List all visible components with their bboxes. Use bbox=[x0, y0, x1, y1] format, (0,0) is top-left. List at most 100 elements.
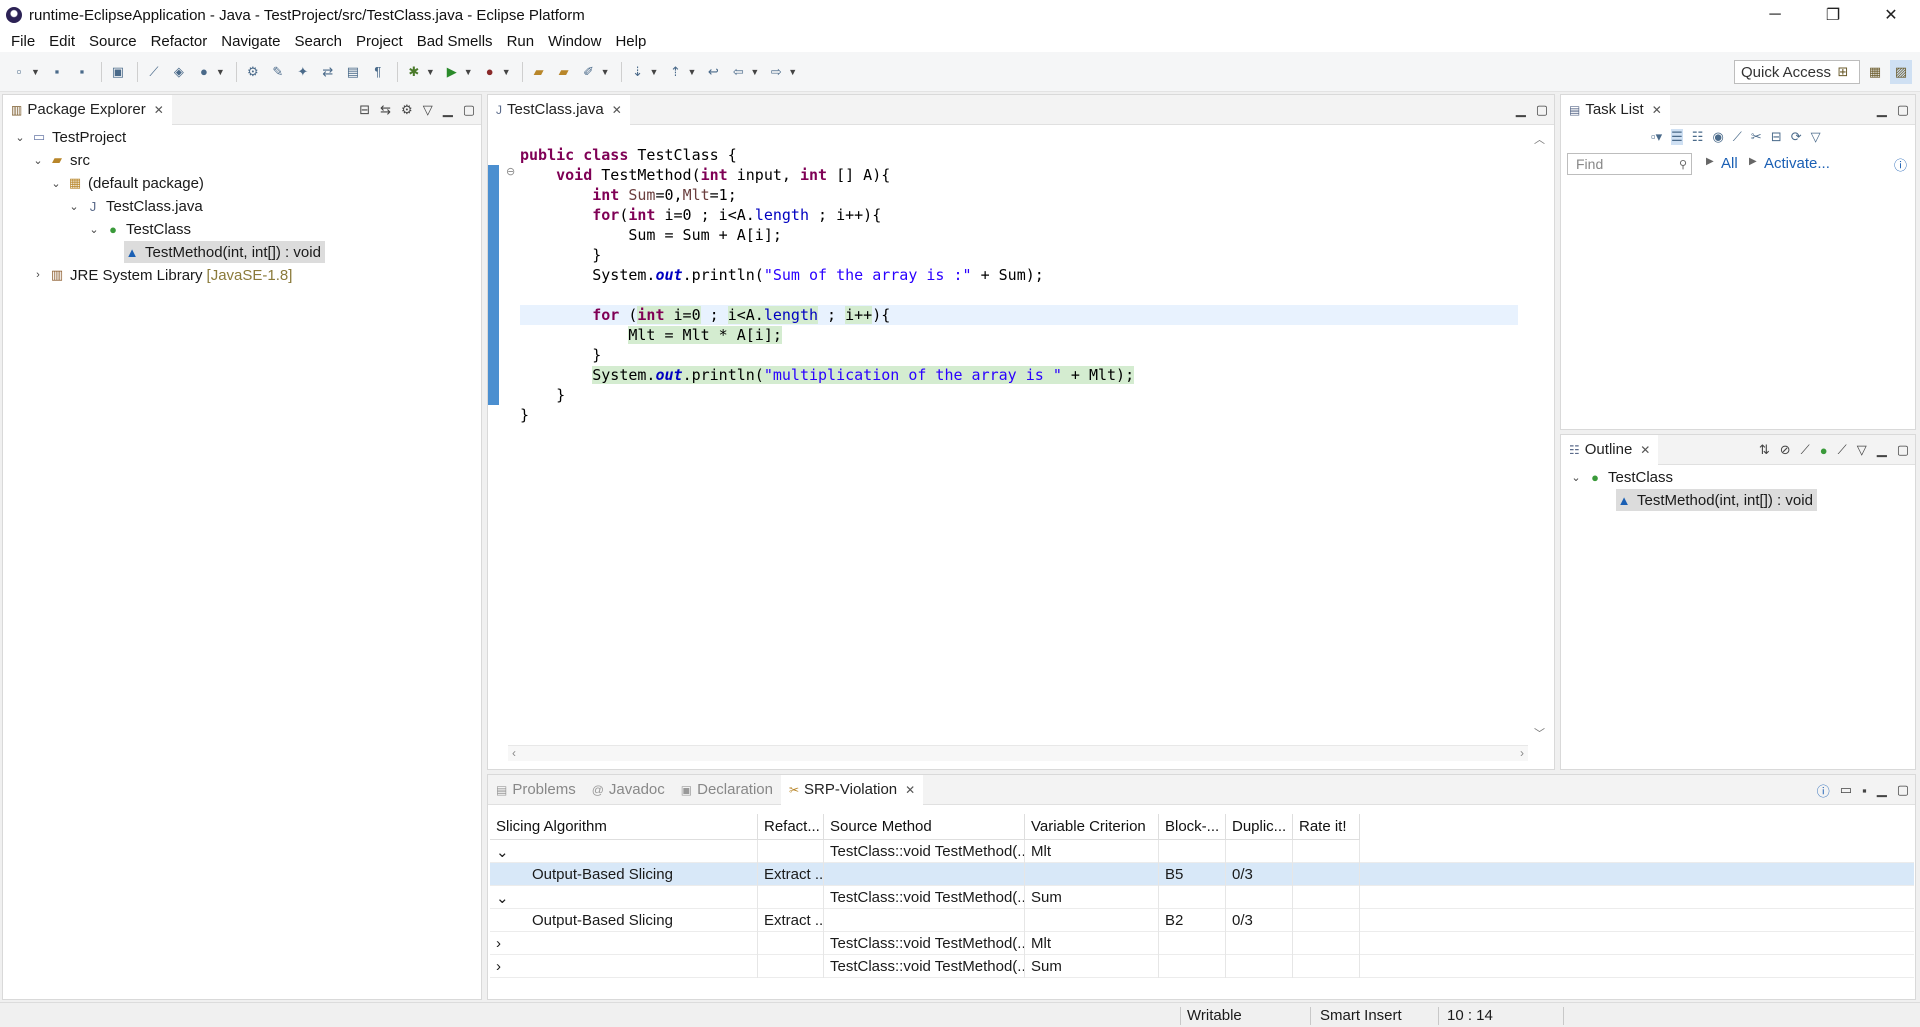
rate-it-cell[interactable] bbox=[1293, 909, 1360, 932]
new-task-icon[interactable]: ▫▾ bbox=[1651, 129, 1662, 145]
chevron-down-icon[interactable]: ⌄ bbox=[67, 200, 81, 213]
console-icon[interactable]: ▣ bbox=[107, 61, 129, 83]
vertical-scrollbar[interactable]: ︿ ﹀ bbox=[1532, 131, 1546, 741]
code-line-12[interactable]: System.out.println("multiplication of th… bbox=[520, 365, 1135, 385]
tab-javadoc[interactable]: @ Javadoc bbox=[584, 775, 673, 805]
collapse-all-icon[interactable]: ⊟ bbox=[1771, 129, 1782, 145]
rate-it-cell[interactable] bbox=[1293, 955, 1360, 978]
column-header-source-method[interactable]: Source Method bbox=[824, 814, 1025, 840]
hide-static-icon[interactable]: ⟋ bbox=[1801, 442, 1810, 458]
skip-breakpoints-icon[interactable]: ⟋ bbox=[143, 61, 165, 83]
column-header-duplication[interactable]: Duplic... bbox=[1226, 814, 1293, 840]
code-line-5[interactable]: Sum = Sum + A[i]; bbox=[520, 225, 782, 245]
fold-collapse-icon[interactable]: ⊖ bbox=[506, 165, 515, 178]
minimize-view-icon[interactable]: ▁ bbox=[1877, 102, 1887, 118]
prev-annotation-icon[interactable]: ⇡ bbox=[664, 61, 686, 83]
rate-it-cell[interactable] bbox=[1293, 886, 1360, 909]
code-line-11[interactable]: } bbox=[520, 345, 601, 365]
search-icon[interactable]: ✐ bbox=[578, 61, 600, 83]
link-with-editor-icon[interactable]: ⇆ bbox=[380, 102, 391, 118]
code-line-6[interactable]: } bbox=[520, 245, 601, 265]
row-twisty-cell[interactable]: ⌄ bbox=[490, 840, 758, 863]
hide-completed-icon[interactable]: ⟋ bbox=[1733, 129, 1742, 145]
maximize-view-icon[interactable]: ▢ bbox=[463, 102, 475, 118]
horizontal-scrollbar[interactable]: ‹ › bbox=[508, 745, 1528, 761]
code-line-10[interactable]: Mlt = Mlt * A[i]; bbox=[520, 325, 782, 345]
search-dropdown-icon[interactable]: ▼ bbox=[601, 67, 610, 77]
synchronize-icon[interactable]: ⟳ bbox=[1791, 129, 1802, 145]
table-row[interactable]: › TestClass::void TestMethod(... Mlt bbox=[490, 932, 1914, 955]
chevron-down-icon[interactable]: ⌄ bbox=[87, 223, 101, 236]
hide-non-public-icon[interactable]: ● bbox=[1820, 443, 1828, 458]
new-icon[interactable]: ▫ bbox=[8, 61, 30, 83]
code-line-7[interactable]: System.out.println("Sum of the array is … bbox=[520, 265, 1044, 285]
tab-declaration[interactable]: ▣ Declaration bbox=[673, 775, 781, 805]
save-icon[interactable]: ▪ bbox=[46, 61, 68, 83]
layout-icon[interactable]: ▭ bbox=[1840, 782, 1852, 798]
scroll-down-icon[interactable]: ﹀ bbox=[1534, 725, 1545, 741]
code-line-4[interactable]: for(int i=0 ; i<A.length ; i++){ bbox=[520, 205, 881, 225]
scroll-right-icon[interactable]: › bbox=[1520, 746, 1524, 760]
rate-it-cell[interactable] bbox=[1293, 932, 1360, 955]
maximize-view-icon[interactable]: ▢ bbox=[1897, 102, 1909, 118]
chevron-down-icon[interactable]: ⌄ bbox=[31, 154, 45, 167]
forward-dropdown-icon[interactable]: ▼ bbox=[788, 67, 797, 77]
highlight-icon[interactable]: ✎ bbox=[267, 61, 289, 83]
new-dropdown-icon[interactable]: ▼ bbox=[31, 67, 40, 77]
tab-problems[interactable]: ▤ Problems bbox=[488, 775, 584, 805]
filters-icon[interactable]: ⚙ bbox=[401, 102, 413, 118]
mark-occurrences-icon[interactable]: ✦ bbox=[292, 61, 314, 83]
close-button[interactable]: ✕ bbox=[1862, 0, 1920, 30]
menu-search[interactable]: Search bbox=[287, 33, 349, 50]
code-line-9[interactable]: for (int i=0 ; i<A.length ; i++){ bbox=[520, 305, 890, 325]
minimize-view-icon[interactable]: ▁ bbox=[1877, 782, 1887, 798]
debug-icon[interactable]: ✱ bbox=[403, 61, 425, 83]
new-class-icon[interactable]: ● bbox=[193, 61, 215, 83]
menu-help[interactable]: Help bbox=[608, 33, 653, 50]
restore-button[interactable]: ❐ bbox=[1804, 0, 1862, 30]
categorized-icon[interactable]: ☰ bbox=[1671, 129, 1683, 145]
minimize-view-icon[interactable]: ▁ bbox=[1877, 442, 1887, 458]
rate-it-cell[interactable] bbox=[1293, 863, 1360, 886]
search-icon[interactable]: ⚲ bbox=[1679, 158, 1687, 171]
run-dropdown-icon[interactable]: ▼ bbox=[464, 67, 473, 77]
tree-item-file[interactable]: ⌄ J TestClass.java bbox=[67, 195, 202, 217]
prev-annotation-dropdown-icon[interactable]: ▼ bbox=[687, 67, 696, 77]
chevron-down-icon[interactable]: ⌄ bbox=[496, 843, 509, 861]
scroll-left-icon[interactable]: ‹ bbox=[512, 746, 516, 760]
external-tools-icon[interactable]: ● bbox=[479, 61, 501, 83]
minimize-view-icon[interactable]: ▁ bbox=[1516, 102, 1526, 118]
chevron-down-icon[interactable]: ⌄ bbox=[49, 177, 63, 190]
menu-project[interactable]: Project bbox=[349, 33, 410, 50]
table-row[interactable]: Output-Based Slicing Extract ... B2 0/3 bbox=[490, 909, 1914, 932]
tree-item-project[interactable]: ⌄ ▭ TestProject bbox=[13, 126, 126, 148]
tab-testclass-java[interactable]: J TestClass.java ✕ bbox=[488, 94, 630, 125]
column-header-rate-it[interactable]: Rate it! bbox=[1293, 814, 1360, 840]
menu-bad-smells[interactable]: Bad Smells bbox=[410, 33, 500, 50]
new-class-dropdown-icon[interactable]: ▼ bbox=[216, 67, 225, 77]
tree-item-src[interactable]: ⌄ ▰ src bbox=[31, 149, 90, 171]
scheduled-icon[interactable]: ☷ bbox=[1692, 129, 1704, 145]
hide-local-types-icon[interactable]: ⟋ bbox=[1838, 442, 1847, 458]
menu-refactor[interactable]: Refactor bbox=[144, 33, 215, 50]
code-line-13[interactable]: } bbox=[520, 385, 565, 405]
save-all-icon[interactable]: ▪ bbox=[71, 61, 93, 83]
menu-file[interactable]: File bbox=[4, 33, 42, 50]
sort-icon[interactable]: ⇅ bbox=[1759, 442, 1770, 458]
show-whitespace-icon[interactable]: ¶ bbox=[367, 61, 389, 83]
active-perspective-icon[interactable]: ▨ bbox=[1890, 60, 1912, 84]
table-row[interactable]: Output-Based Slicing Extract ... B5 0/3 bbox=[490, 863, 1914, 886]
menu-window[interactable]: Window bbox=[541, 33, 608, 50]
chevron-down-icon[interactable]: ⌄ bbox=[1569, 471, 1583, 484]
view-menu-icon[interactable]: ▽ bbox=[1811, 129, 1821, 145]
menu-source[interactable]: Source bbox=[82, 33, 144, 50]
collapse-all-icon[interactable]: ⊟ bbox=[359, 102, 370, 118]
all-link[interactable]: All bbox=[1721, 155, 1738, 172]
block-selection-icon[interactable]: ▤ bbox=[342, 61, 364, 83]
tab-task-list[interactable]: ▤ Task List ✕ bbox=[1561, 94, 1670, 125]
minimize-view-icon[interactable]: ▁ bbox=[443, 102, 453, 118]
table-row[interactable]: ⌄ TestClass::void TestMethod(... Mlt bbox=[490, 840, 1914, 863]
rate-it-cell[interactable] bbox=[1293, 840, 1360, 863]
last-edit-icon[interactable]: ↩ bbox=[702, 61, 724, 83]
column-header-slicing-algorithm[interactable]: Slicing Algorithm bbox=[490, 814, 758, 840]
